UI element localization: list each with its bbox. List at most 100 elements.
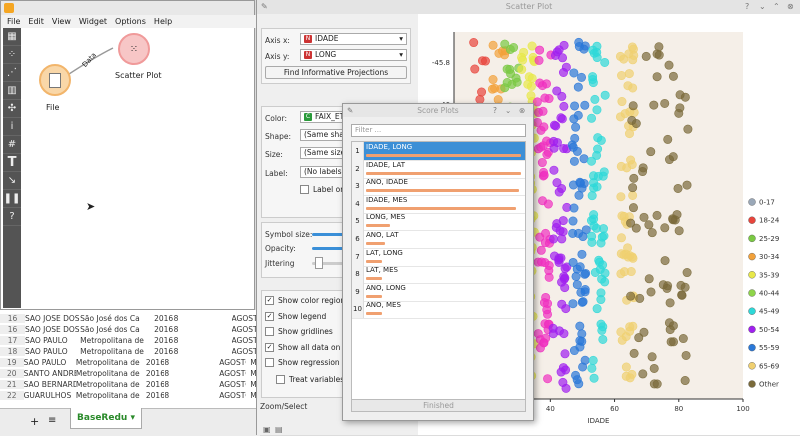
menu-item-help[interactable]: Help	[154, 15, 172, 28]
find-projections-button[interactable]: Find Informative Projections	[265, 66, 407, 79]
display-option-checkbox[interactable]: ✓ Show legend	[265, 311, 327, 321]
score-list-item[interactable]: 1 IDADE, LONG	[352, 142, 525, 161]
display-option-checkbox[interactable]: Show gridlines	[265, 327, 333, 336]
scatter-point	[617, 97, 627, 107]
score-list-item[interactable]: 10 ANO, MES	[352, 300, 525, 320]
menu-item-edit[interactable]: Edit	[28, 15, 44, 28]
score-rank: 7	[352, 247, 364, 266]
scatter-point	[629, 348, 639, 358]
axis-x-combo[interactable]: N IDADE ▾	[300, 33, 407, 45]
sheet-cell: 19	[0, 358, 24, 367]
filter-input[interactable]: Filter ...	[351, 124, 526, 137]
arrow-annotation-icon[interactable]: ↘	[3, 172, 21, 190]
scatter-point	[600, 277, 610, 287]
score-bar	[366, 206, 517, 210]
scatter-point	[569, 68, 579, 78]
scatter-point	[646, 287, 656, 297]
help-icon[interactable]: ?	[3, 208, 21, 226]
scatter-point	[681, 350, 691, 360]
scatter-point	[600, 90, 610, 100]
model-category-icon[interactable]: ⋰	[3, 64, 21, 82]
scatter-point	[580, 285, 590, 295]
menu-item-view[interactable]: View	[52, 15, 71, 28]
scatter-point	[559, 144, 569, 154]
scatter-point	[549, 234, 559, 244]
score-bar	[366, 259, 382, 263]
pin-icon[interactable]: ✎	[347, 104, 353, 117]
sheet-cell: Metropolitana de	[80, 336, 144, 345]
close-button[interactable]: ⊗	[787, 0, 794, 14]
data-category-icon[interactable]: ▦	[3, 28, 21, 46]
score-list[interactable]: 1 IDADE, LONG 2 IDADE, LAT 3 ANO, IDADE 4 IDADE…	[351, 141, 526, 403]
menu-item-file[interactable]: File	[7, 15, 20, 28]
axis-y-combo[interactable]: N LONG ▾	[300, 49, 407, 61]
scatter-point	[628, 190, 638, 200]
score-rank: 10	[352, 300, 364, 319]
legend-swatch	[748, 307, 756, 315]
scatter-point	[575, 321, 585, 331]
sheet-cell: 8	[164, 391, 170, 400]
help-button[interactable]: ?	[745, 0, 749, 14]
finished-label: Finished	[423, 401, 454, 410]
grid-icon[interactable]: #	[3, 136, 21, 154]
scatter-dots-icon: ⁙	[129, 43, 139, 55]
score-list-item[interactable]: 2 IDADE, LAT	[352, 159, 525, 179]
scatter-point	[518, 55, 528, 65]
maximize-button[interactable]: ⌃	[773, 0, 780, 14]
evaluate-category-icon[interactable]: ▥	[3, 82, 21, 100]
score-list-item[interactable]: 9 ANO, LONG	[352, 282, 525, 302]
scatter-point	[600, 57, 610, 67]
score-list-item[interactable]: 7 LAT, LONG	[352, 247, 525, 267]
help-button[interactable]: ?	[493, 104, 497, 117]
close-button[interactable]: ⊗	[519, 104, 525, 117]
sheet-tab[interactable]: BaseRedu ▾	[70, 408, 142, 429]
score-rank: 9	[352, 282, 364, 301]
scatter-point	[560, 283, 570, 293]
scatter-point	[569, 114, 579, 124]
score-list-item[interactable]: 5 LONG, MES	[352, 212, 525, 232]
visualize-category-icon[interactable]: ⁘	[3, 46, 21, 64]
pin-icon[interactable]: ✎	[261, 0, 268, 14]
scatter-point	[589, 373, 599, 383]
menu-item-options[interactable]: Options	[115, 15, 146, 28]
scatter-point	[635, 293, 645, 303]
menu-item-widget[interactable]: Widget	[79, 15, 107, 28]
display-option-label: Show legend	[278, 311, 327, 321]
scatter-widget-label: Scatter Plot	[115, 71, 162, 80]
scatter-point	[663, 134, 673, 144]
info-icon[interactable]: i	[3, 118, 21, 136]
scatter-plot-widget[interactable]: ⁙	[118, 33, 150, 65]
scatter-point	[674, 226, 684, 236]
score-list-item[interactable]: 4 IDADE, MES	[352, 194, 525, 214]
save-image-icon[interactable]: ▣	[263, 425, 271, 434]
add-sheet-icon[interactable]: +	[30, 415, 39, 428]
pause-icon[interactable]: ❚❚	[3, 190, 21, 208]
workflow-canvas[interactable]: File ⁙ Scatter Plot Data ➤	[23, 28, 254, 309]
sheet-cell: SAO JOSE DOS	[24, 314, 80, 323]
jittering-handle[interactable]	[315, 257, 323, 269]
scatter-point	[532, 97, 542, 107]
score-list-item[interactable]: 8 LAT, MES	[352, 265, 525, 285]
score-list-item[interactable]: 6 ANO, LAT	[352, 230, 525, 249]
scatter-point	[581, 268, 591, 278]
minimize-button[interactable]: ⌄	[759, 0, 766, 14]
sheet-list-icon[interactable]: ≡	[48, 415, 56, 426]
score-list-item[interactable]: 3 ANO, IDADE	[352, 177, 525, 197]
minimize-button[interactable]: ⌄	[505, 104, 511, 117]
scatter-point	[621, 362, 631, 372]
scatter-point	[668, 321, 678, 331]
display-option-checkbox[interactable]: ✓ Show color regions	[265, 296, 349, 305]
report-icon[interactable]: ▤	[275, 425, 283, 434]
scatter-point	[572, 146, 582, 156]
unsupervised-category-icon[interactable]: ✣	[3, 100, 21, 118]
scatter-point	[675, 103, 685, 113]
axis-x-value: IDADE	[315, 34, 339, 43]
file-widget[interactable]	[39, 64, 71, 96]
text-annotation-icon[interactable]: T	[3, 154, 21, 172]
score-rank: 5	[352, 212, 364, 231]
scatter-point	[620, 109, 630, 119]
score-item-label: ANO, LONG	[366, 283, 406, 292]
axis-box: Axis x: N IDADE ▾ Axis y: N LONG ▾ Find Info…	[261, 28, 411, 84]
axis-y-value: LONG	[315, 50, 337, 59]
legend-label: 50-54	[759, 326, 780, 334]
